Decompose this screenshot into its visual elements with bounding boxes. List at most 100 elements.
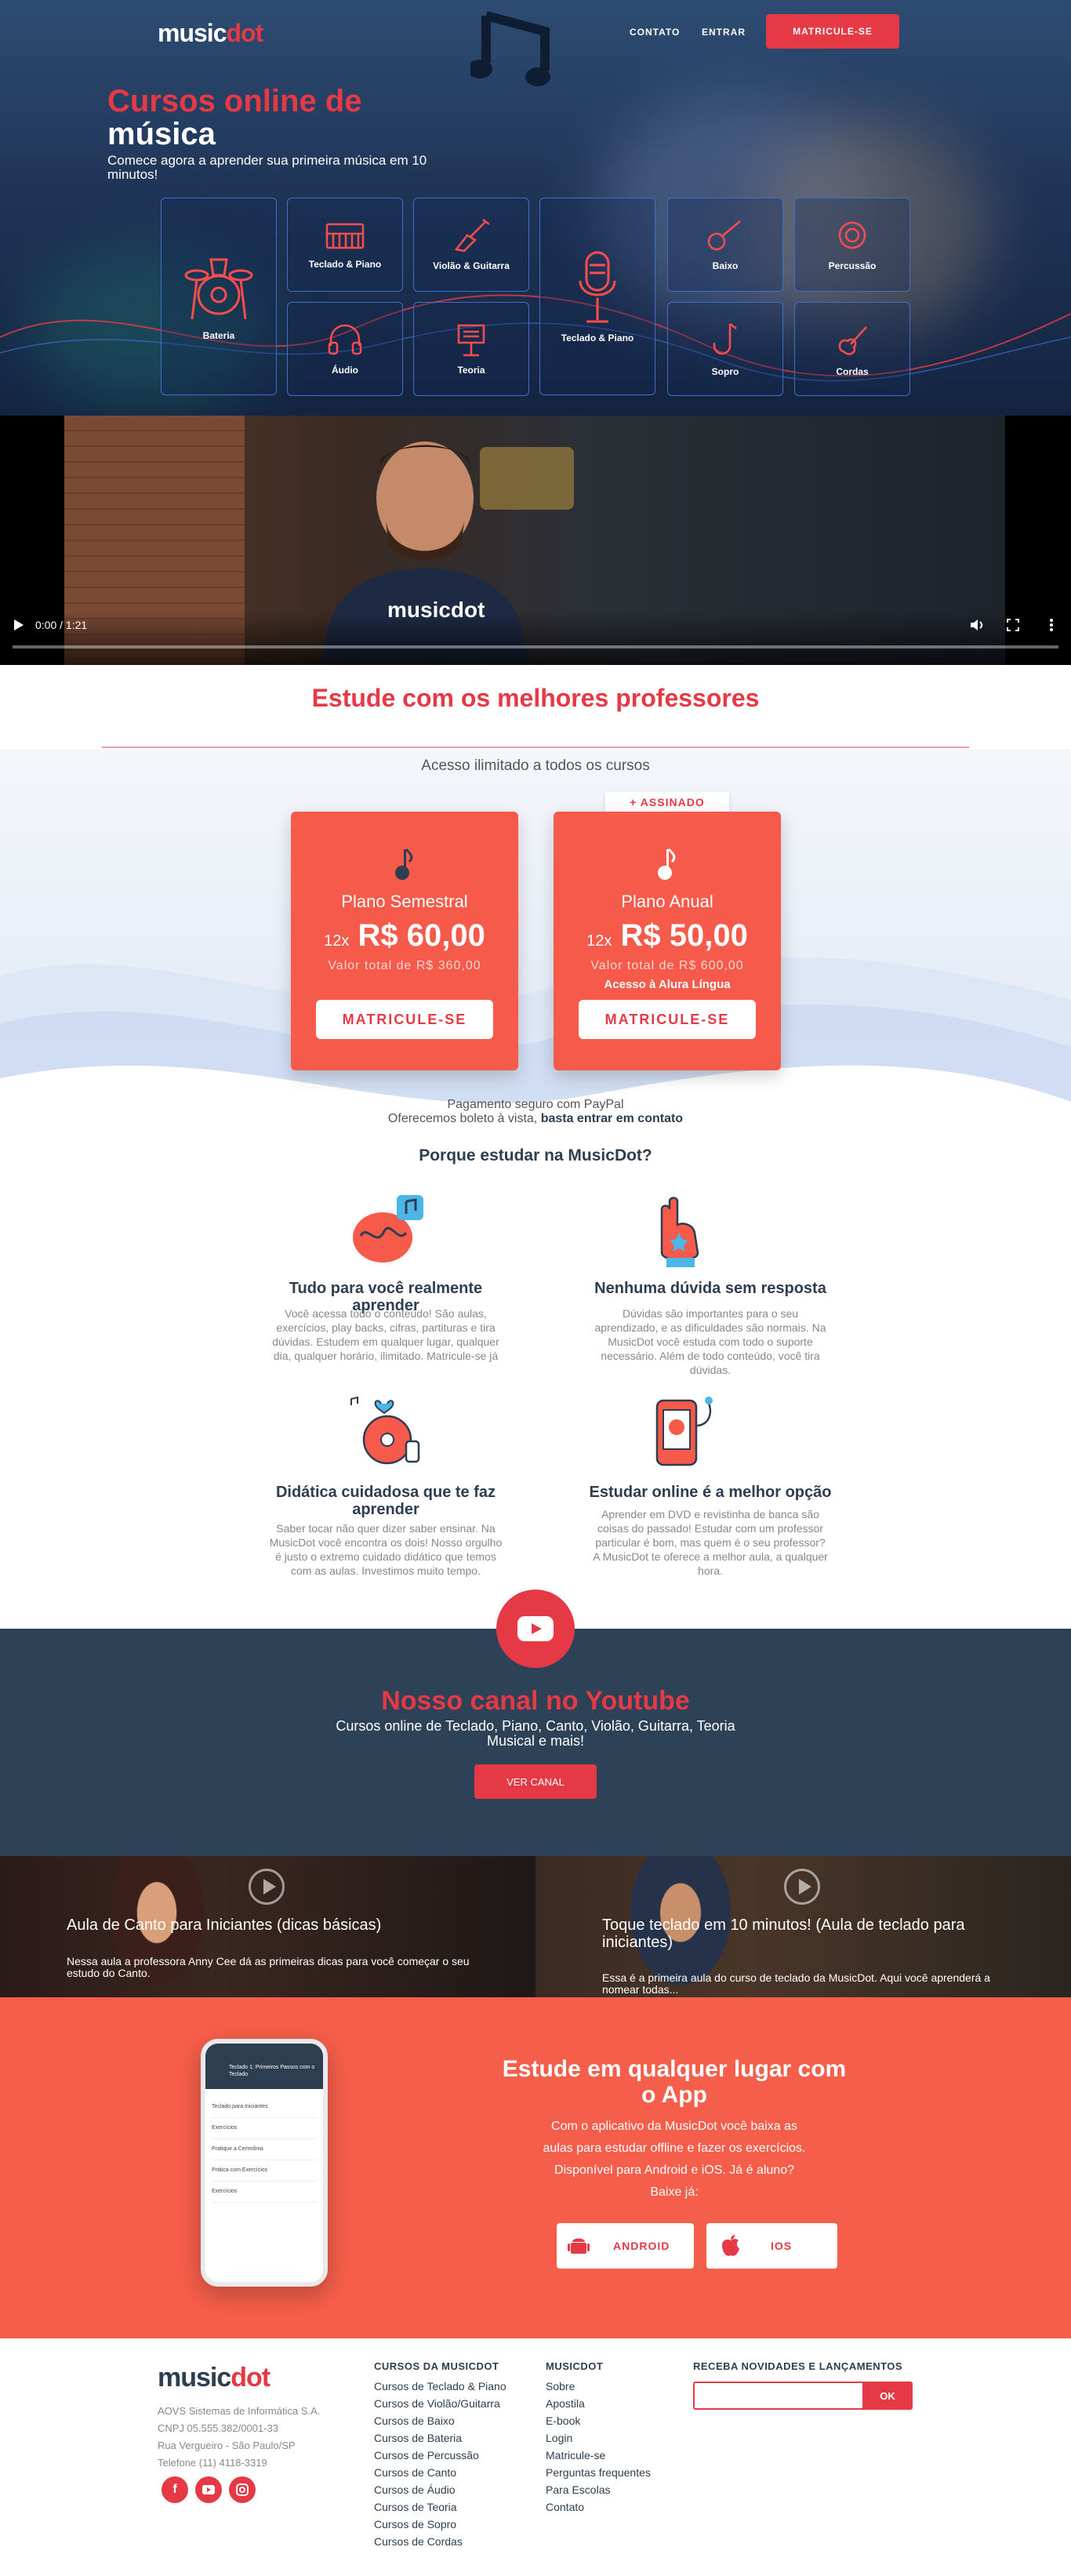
plan-total: Valor total de R$ 600,00 [590,959,744,972]
payment-boleto-text: Oferecemos boleto à vista, basta entrar … [0,1112,1071,1126]
ios-label: IOS [771,2240,793,2252]
fullscreen-icon[interactable] [1007,619,1019,631]
play-icon[interactable] [784,1869,820,1905]
footer-link[interactable]: Contato [546,2498,651,2516]
play-icon[interactable] [14,619,24,630]
footer-link[interactable]: Cursos de Sopro [374,2516,506,2533]
footer-link[interactable]: Cursos de Baixo [374,2412,506,2429]
contact-link[interactable]: basta entrar em contato [541,1112,683,1125]
microphone-icon [579,251,616,323]
course-tile-audio[interactable]: Áudio [287,302,403,396]
footer-link[interactable]: Apostila [546,2395,651,2412]
footer-link[interactable]: Cursos de Canto [374,2464,506,2481]
course-tile-canto[interactable]: Teclado & Piano [539,198,655,395]
more-options-icon[interactable] [1049,618,1054,632]
footer-link[interactable]: Cursos de Áudio [374,2481,506,2498]
play-icon[interactable] [249,1869,285,1905]
plan-semestral-button[interactable]: MATRICULE-SE [316,1000,493,1039]
ver-canal-button[interactable]: VER CANAL [474,1764,597,1799]
plan-extra: Acesso à Alura Língua [604,978,731,991]
video-title: Toque teclado em 10 minutos! (Aula de te… [602,1917,965,1951]
course-tile-bateria[interactable]: Bateria [161,198,277,395]
feature-text: Aprender em DVD e revistinha de banca sã… [593,1508,828,1577]
footer-link[interactable]: Para Escolas [546,2481,651,2498]
android-store-button[interactable]: ANDROID [557,2223,694,2269]
nav-entrar-link[interactable]: ENTRAR [702,27,746,38]
apple-icon [721,2235,739,2256]
phone-music-icon [655,1397,713,1466]
course-tile-teclado[interactable]: Teclado & Piano [287,198,403,292]
footer-link[interactable]: Cursos de Violão/Guitarra [374,2395,506,2412]
newsletter-ok-button[interactable]: OK [862,2382,913,2410]
nav-matricule-button[interactable]: MATRICULE-SE [766,14,899,49]
tile-label: Teoria [457,365,485,376]
youtube-badge [496,1590,575,1668]
plan-price-value: R$ 50,00 [620,918,748,953]
plan-installments: 12x [324,932,350,950]
course-tile-sopro[interactable]: Sopro [667,302,783,396]
music-stand-icon [457,324,485,357]
android-icon [568,2238,590,2254]
youtube-title: Nosso canal no Youtube [381,1686,690,1716]
company-cnpj: CNPJ 05.555.382/0001-33 [158,2422,278,2434]
tile-label: Percussão [828,260,877,271]
video-progress-bar[interactable] [13,645,1058,649]
feature-title: Didática cuidadosa que te faz aprender [275,1484,496,1518]
tile-label: Baixo [712,260,739,271]
why-title: Porque estudar na MusicDot? [419,1146,652,1164]
course-tile-baixo[interactable]: Baixo [667,198,783,292]
feature-text: Saber tocar não quer dizer saber ensinar… [269,1522,503,1577]
phone-title: Teclado 1: Primeiros Passos com o Teclad… [229,2065,315,2077]
footer-link[interactable]: Cursos de Teoria [374,2498,506,2516]
intro-video-player[interactable]: musicdot [0,416,1071,665]
course-tile-teoria[interactable]: Teoria [413,302,529,396]
plan-price: 12x R$ 50,00 [554,918,781,954]
saxophone-icon [713,323,737,355]
footer-musicdot-heading: MUSICDOT [546,2360,604,2372]
youtube-video-card[interactable]: Toque teclado em 10 minutos! (Aula de te… [536,1856,1071,1997]
record-player-icon [350,1396,420,1465]
newsletter-email-input[interactable] [693,2382,864,2410]
plan-badge: + ASSINADO [605,792,729,812]
violin-icon [838,326,867,355]
youtube-icon [517,1616,554,1641]
instagram-icon[interactable] [229,2476,256,2503]
video-controls-bar [0,612,1071,665]
plan-anual-button[interactable]: MATRICULE-SE [579,1000,756,1039]
professors-title: Estude com os melhores professores [311,684,760,712]
footer-link[interactable]: Cursos de Cordas [374,2533,506,2550]
volume-icon[interactable] [969,618,985,632]
footer-link[interactable]: Login [546,2429,651,2447]
tile-label: Áudio [332,365,358,376]
footer-link[interactable]: Sobre [546,2378,651,2395]
phone-lesson-list: Teclado para Iniciantes Exercícios Prati… [205,2089,323,2211]
plan-card-semestral: Plano Semestral 12x R$ 60,00 Valor total… [291,812,518,1070]
plan-installments: 12x [586,932,612,950]
footer-logo[interactable]: musicdot [158,2363,270,2393]
header-logo[interactable]: musicdot [158,19,263,48]
course-tile-cordas[interactable]: Cordas [794,302,910,396]
footer-link[interactable]: Perguntas frequentes [546,2464,651,2481]
tile-label: Cordas [836,366,869,377]
course-tile-percussao[interactable]: Percussão [794,198,910,292]
footer-link[interactable]: Cursos de Bateria [374,2429,506,2447]
youtube-social-icon[interactable] [195,2476,222,2503]
phone-mockup: Teclado 1: Primeiros Passos com o Teclad… [201,2039,328,2287]
video-time: 0:00 / 1:21 [35,619,88,631]
feature-text: Dúvidas são importantes para o seu apren… [594,1307,826,1376]
footer-link[interactable]: Cursos de Teclado & Piano [374,2378,506,2395]
tile-label: Sopro [711,366,739,377]
youtube-video-card[interactable]: Aula de Canto para Iniciantes (dicas bás… [0,1856,536,1997]
phone-lesson-item: Teclado para Iniciantes [212,2097,317,2118]
ios-store-button[interactable]: IOS [706,2223,837,2269]
course-tile-violao[interactable]: Violão & Guitarra [413,198,529,292]
payment-text: Pagamento seguro com PayPal [447,1098,624,1111]
boleto-text: Oferecemos boleto à vista, [387,1112,538,1125]
nav-contato-link[interactable]: CONTATO [630,27,680,38]
youtube-subtitle: Cursos online de Teclado, Piano, Canto, … [336,1718,735,1749]
facebook-icon[interactable]: f [162,2476,188,2503]
footer-link[interactable]: Matricule-se [546,2447,651,2464]
footer-link[interactable]: E-book [546,2412,651,2429]
phone-header: Teclado 1: Primeiros Passos com o Teclad… [205,2044,323,2089]
footer-link[interactable]: Cursos de Percussão [374,2447,506,2464]
